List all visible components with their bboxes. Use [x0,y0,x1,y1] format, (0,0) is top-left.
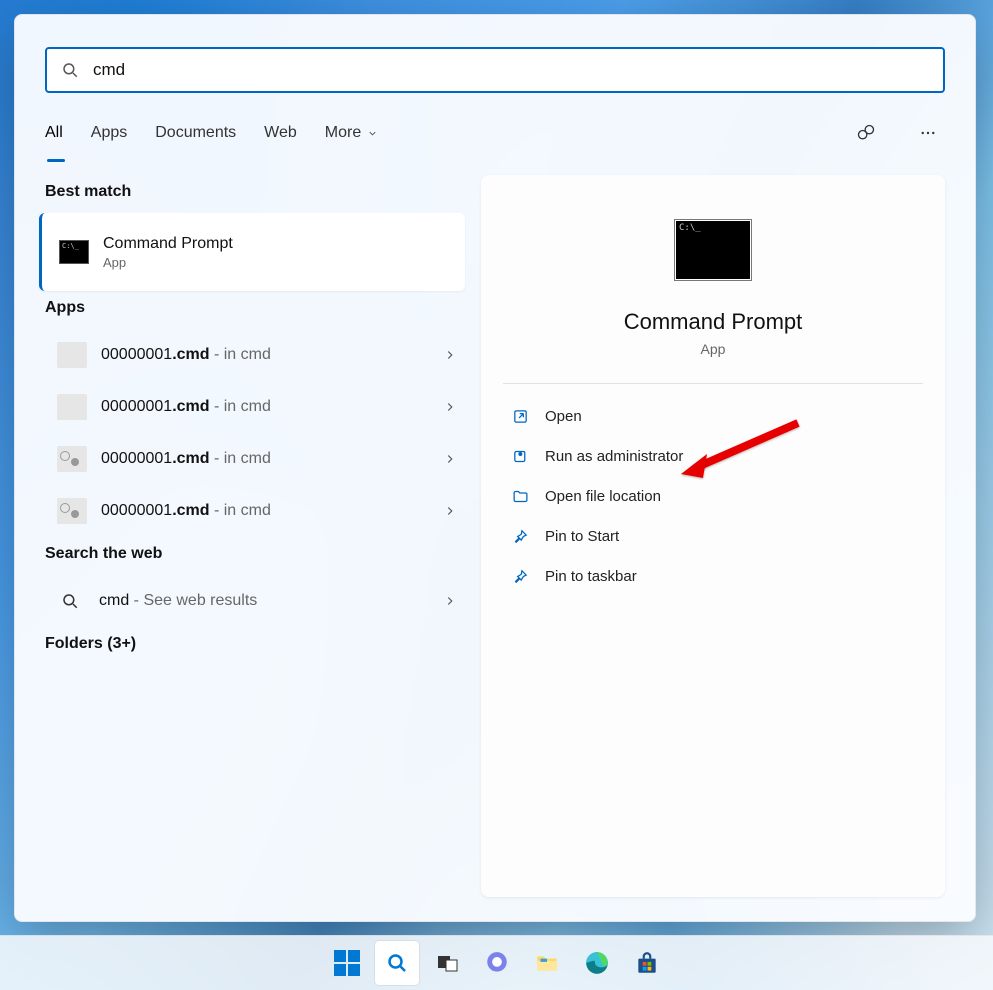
chevron-right-icon [443,348,457,362]
best-match-title: Command Prompt [103,235,233,253]
chevron-down-icon [367,128,378,139]
tab-apps[interactable]: Apps [91,118,127,148]
app-result-row[interactable]: 00000001.cmd - in cmd [45,485,465,537]
ellipsis-icon [919,124,937,142]
app-result-row[interactable]: 00000001.cmd - in cmd [45,381,465,433]
chevron-right-icon [443,504,457,518]
settings-file-icon [57,446,87,472]
search-bar[interactable] [45,47,945,93]
action-label: Pin to taskbar [545,568,637,585]
apps-heading: Apps [45,299,465,317]
web-result-label: cmd - See web results [99,592,443,610]
settings-file-icon [57,498,87,524]
edge-button[interactable] [575,941,619,985]
action-label: Run as administrator [545,448,683,465]
store-icon [634,950,660,976]
edge-icon [584,950,610,976]
app-result-label: 00000001.cmd - in cmd [101,450,443,468]
chevron-right-icon [443,594,457,608]
folder-icon [511,487,529,505]
app-result-label: 00000001.cmd - in cmd [101,346,443,364]
action-run-admin[interactable]: Run as administrator [503,436,923,476]
open-icon [511,407,529,425]
tab-documents[interactable]: Documents [155,118,236,148]
search-bar-container [15,15,975,109]
results-column: Best match Command Prompt App Apps 00000… [45,175,465,897]
tab-all[interactable]: All [45,118,63,148]
search-icon [385,951,409,975]
app-result-row[interactable]: 00000001.cmd - in cmd [45,433,465,485]
start-search-window: All Apps Documents Web More Best match C… [14,14,976,922]
filter-tabs: All Apps Documents Web More [15,109,975,157]
action-label: Pin to Start [545,528,619,545]
task-view-button[interactable] [425,941,469,985]
feedback-button[interactable] [849,116,883,150]
start-button[interactable] [325,941,369,985]
chat-icon [484,950,510,976]
folder-icon [534,950,560,976]
action-pin-start[interactable]: Pin to Start [503,516,923,556]
search-icon [61,61,79,79]
best-match-text: Command Prompt App [103,235,233,270]
folders-heading: Folders (3+) [45,635,465,653]
tab-more-label: More [325,124,361,142]
chevron-right-icon [443,452,457,466]
app-result-label: 00000001.cmd - in cmd [101,502,443,520]
preview-title: Command Prompt [503,309,923,335]
taskbar [0,935,993,990]
taskbar-search-button[interactable] [375,941,419,985]
tab-web[interactable]: Web [264,118,297,148]
app-result-label: 00000001.cmd - in cmd [101,398,443,416]
action-open[interactable]: Open [503,396,923,436]
search-icon [61,592,79,610]
preview-app-icon [674,219,752,281]
best-match-subtitle: App [103,255,233,270]
pin-icon [511,527,529,545]
search-web-heading: Search the web [45,545,465,563]
search-input[interactable] [93,60,929,80]
web-result-row[interactable]: cmd - See web results [45,575,465,627]
chevron-right-icon [443,400,457,414]
action-label: Open file location [545,488,661,505]
file-icon [57,342,87,368]
app-result-row[interactable]: 00000001.cmd - in cmd [45,329,465,381]
preview-subtitle: App [503,341,923,357]
file-icon [57,394,87,420]
preview-panel: Command Prompt App Open Run as administr… [481,175,945,897]
shield-icon [511,447,529,465]
windows-logo-icon [334,950,360,976]
command-prompt-icon [59,240,89,264]
action-open-location[interactable]: Open file location [503,476,923,516]
action-pin-taskbar[interactable]: Pin to taskbar [503,556,923,596]
pin-icon [511,567,529,585]
chat-icon [856,123,876,143]
best-match-heading: Best match [45,183,465,201]
taskbar-chat-button[interactable] [475,941,519,985]
file-explorer-button[interactable] [525,941,569,985]
action-label: Open [545,408,582,425]
more-options-button[interactable] [911,116,945,150]
divider [503,383,923,384]
store-button[interactable] [625,941,669,985]
best-match-result[interactable]: Command Prompt App [39,213,465,291]
tab-more[interactable]: More [325,118,378,148]
task-view-icon [435,951,459,975]
